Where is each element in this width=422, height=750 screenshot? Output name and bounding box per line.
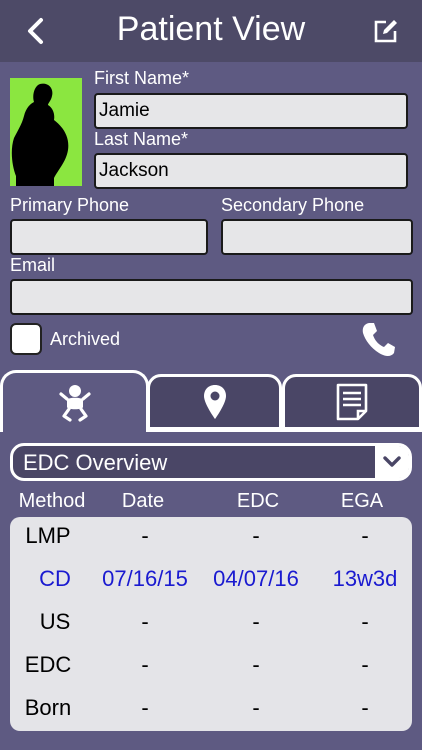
table-row[interactable]: Born - - - — [10, 689, 412, 732]
method-cell: EDC — [24, 652, 72, 677]
edc-cell: - — [252, 609, 260, 634]
method-cell: LMP — [25, 523, 71, 548]
page-title: Patient View — [116, 10, 306, 48]
last-name-label: Last Name* — [94, 129, 189, 149]
dropdown-button[interactable] — [375, 446, 409, 478]
overview-select[interactable]: EDC Overview — [10, 443, 412, 481]
archived-checkbox[interactable] — [10, 323, 42, 355]
table-row[interactable]: US - - - — [10, 603, 412, 646]
notes-icon — [336, 383, 368, 421]
table-row[interactable]: LMP - - - — [10, 517, 412, 560]
tab-divider — [149, 429, 422, 432]
baby-icon — [58, 384, 91, 422]
method-cell: US — [39, 609, 71, 634]
edc-cell: - — [252, 523, 260, 548]
column-header-date: Date — [121, 490, 165, 512]
ega-cell: - — [361, 609, 369, 634]
tab-notes[interactable] — [282, 374, 422, 430]
chevron-down-icon — [383, 456, 401, 467]
ega-cell: - — [361, 695, 369, 720]
call-button[interactable] — [360, 320, 396, 358]
tab-location[interactable] — [147, 374, 282, 430]
overview-select-value: EDC Overview — [23, 450, 168, 475]
tab-bar — [0, 370, 422, 432]
phone-icon — [362, 323, 395, 356]
archived-label: Archived — [50, 329, 121, 349]
secondary-phone-label: Secondary Phone — [221, 195, 365, 215]
email-field[interactable] — [10, 279, 413, 315]
tab-baby[interactable] — [0, 370, 149, 432]
ega-cell: - — [361, 523, 369, 548]
primary-phone-field[interactable] — [10, 219, 208, 255]
edc-cell: 04/07/16 — [213, 566, 299, 591]
secondary-phone-field[interactable] — [221, 219, 413, 255]
primary-phone-label: Primary Phone — [10, 195, 130, 215]
location-pin-icon — [203, 385, 226, 419]
ega-cell: - — [361, 652, 369, 677]
nav-bar: Patient View — [0, 0, 422, 62]
date-cell: - — [141, 523, 149, 548]
edit-button[interactable] — [368, 14, 404, 48]
edc-cell: - — [252, 695, 260, 720]
date-cell: - — [141, 652, 149, 677]
first-name-label: First Name* — [94, 68, 190, 88]
last-name-field[interactable]: Jackson — [94, 153, 408, 189]
table-row[interactable]: CD 07/16/15 04/07/16 13w3d — [10, 560, 412, 603]
column-header-edc: EDC — [236, 490, 280, 512]
method-cell: CD — [39, 566, 71, 591]
first-name-field[interactable]: Jamie — [94, 93, 408, 129]
email-label: Email — [10, 255, 56, 275]
date-cell: - — [141, 695, 149, 720]
column-header-ega: EGA — [340, 490, 384, 512]
column-header-method: Method — [18, 490, 86, 512]
pregnant-silhouette-icon — [11, 83, 69, 186]
ega-cell: 13w3d — [332, 566, 398, 591]
date-cell: 07/16/15 — [102, 566, 188, 591]
patient-photo[interactable] — [10, 78, 82, 186]
table-row[interactable]: EDC - - - — [10, 646, 412, 689]
edit-icon — [374, 20, 397, 43]
date-cell: - — [141, 609, 149, 634]
method-cell: Born — [24, 695, 72, 720]
edc-cell: - — [252, 652, 260, 677]
edc-table: LMP - - - CD 07/16/15 04/07/16 13w3d US … — [10, 517, 412, 731]
